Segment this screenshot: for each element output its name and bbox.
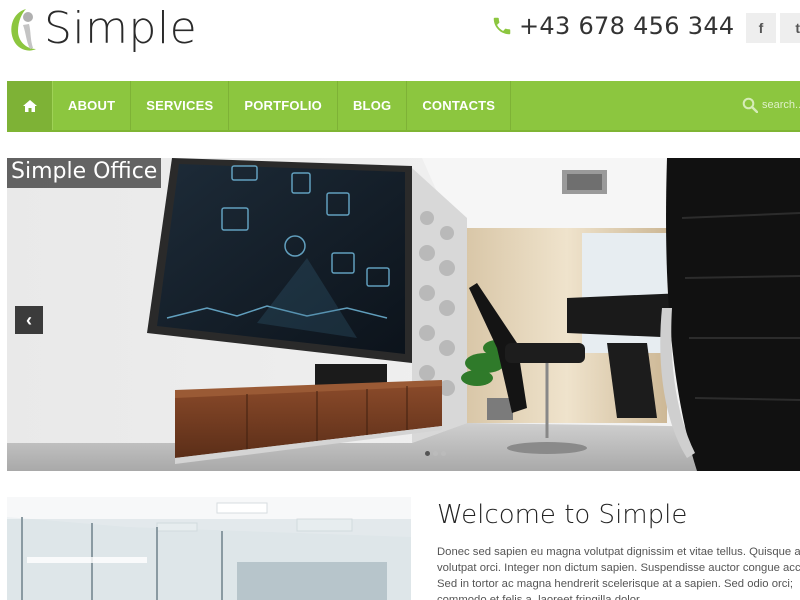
nav-item-contacts[interactable]: CONTACTS: [407, 81, 512, 130]
nav-item-about[interactable]: ABOUT: [52, 81, 132, 130]
logo-mark-icon: [11, 9, 37, 51]
nav-home-button[interactable]: [7, 81, 52, 130]
logo-text: Simple: [44, 3, 198, 54]
welcome-title: Welcome to Simple: [437, 500, 688, 530]
home-icon: [22, 99, 37, 112]
office-slide-image: [7, 158, 800, 471]
phone-contact: +43 678 456 344: [491, 12, 734, 40]
phone-icon: [493, 17, 511, 35]
twitter-icon[interactable]: t: [780, 13, 800, 43]
search-input[interactable]: search...: [762, 99, 800, 111]
nav-item-portfolio[interactable]: PORTFOLIO: [229, 81, 338, 130]
facebook-icon[interactable]: f: [746, 13, 776, 43]
welcome-text: Donec sed sapien eu magna volutpat digni…: [437, 544, 800, 600]
hero-slider: Simple Office ‹: [7, 158, 800, 471]
search-icon: [742, 97, 758, 113]
welcome-line: commodo et felis a, laoreet fringilla do…: [437, 594, 643, 600]
slider-dots: [425, 451, 446, 456]
nav-search[interactable]: search...: [742, 97, 800, 113]
site-header: Simple +43 678 456 344 f t: [0, 0, 800, 80]
slider-dot-1[interactable]: [425, 451, 430, 456]
welcome-line: Donec sed sapien eu magna volutpat digni…: [437, 546, 800, 558]
site-logo[interactable]: Simple: [6, 0, 197, 58]
office-glass-image: [7, 497, 411, 600]
welcome-line: Sed in tortor ac magna hendrerit sceleri…: [437, 578, 794, 590]
main-nav: ABOUT SERVICES PORTFOLIO BLOG CONTACTS s…: [7, 81, 800, 132]
nav-item-blog[interactable]: BLOG: [338, 81, 408, 130]
slider-dot-3[interactable]: [441, 451, 446, 456]
slider-dot-2[interactable]: [433, 451, 438, 456]
nav-item-services[interactable]: SERVICES: [131, 81, 230, 130]
phone-number[interactable]: +43 678 456 344: [519, 12, 734, 40]
slide-caption: Simple Office: [7, 158, 162, 189]
office-interior-image: [7, 497, 411, 600]
slider-prev-button[interactable]: ‹: [15, 306, 43, 334]
nav-menu: ABOUT SERVICES PORTFOLIO BLOG CONTACTS: [52, 81, 512, 130]
welcome-line: volutpat orci. Integer non dictum sapien…: [437, 562, 800, 574]
